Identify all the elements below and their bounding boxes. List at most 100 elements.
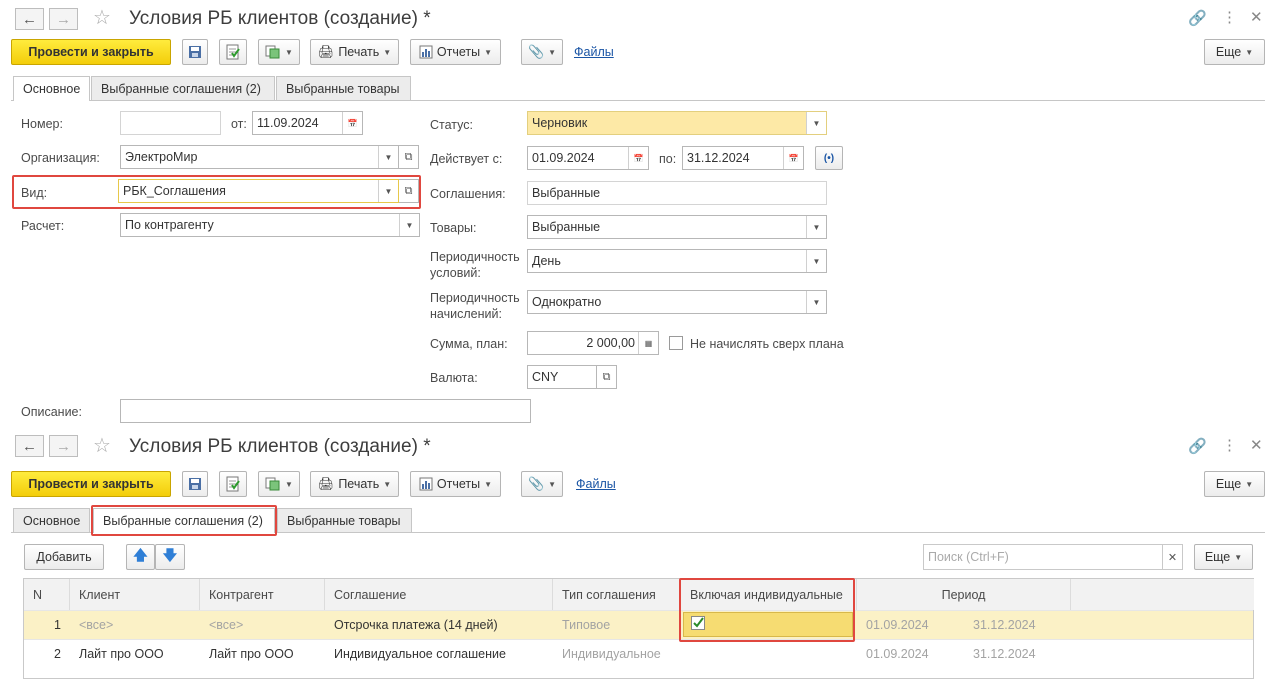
tab-selected-agreements[interactable]: Выбранные соглашения (2) [91, 76, 275, 100]
row-number: 1 [54, 617, 61, 632]
number-field[interactable] [120, 111, 221, 135]
close-icon[interactable]: ✕ [1250, 8, 1263, 26]
period-select-button[interactable]: (•) [815, 146, 843, 170]
calendar-icon[interactable]: 📅 [628, 147, 648, 169]
organization-field[interactable]: ЭлектроМир ▼ [120, 145, 399, 169]
create-based-icon [265, 45, 280, 59]
move-down-button[interactable]: 🡇 [155, 544, 185, 570]
row-period-to: 31.12.2024 [973, 646, 1036, 661]
arrow-left-icon: ← [22, 10, 37, 28]
attach-button[interactable]: 📎 ▼ [521, 39, 563, 65]
agreements-field[interactable]: Выбранные [527, 181, 827, 205]
move-up-button[interactable]: 🡅 [126, 544, 155, 570]
valid-from-field[interactable]: 01.09.2024 📅 [527, 146, 649, 170]
header-type[interactable]: Тип соглашения [553, 579, 681, 610]
header-counterparty[interactable]: Контрагент [200, 579, 325, 610]
more-vertical-icon[interactable]: ⋮ [1222, 8, 1237, 26]
back-button[interactable]: ← [15, 435, 44, 457]
clear-search-icon[interactable]: ✕ [1163, 544, 1183, 570]
cond-period-field[interactable]: День ▼ [527, 249, 827, 273]
arrow-right-icon: → [56, 437, 71, 455]
link-icon[interactable]: 🔗 [1188, 9, 1207, 27]
list-more-button[interactable]: Еще ▼ [1194, 544, 1253, 570]
description-field[interactable] [120, 399, 531, 423]
tab-selected-goods[interactable]: Выбранные товары [277, 508, 412, 532]
chevron-down-icon[interactable]: ▼ [806, 250, 826, 272]
create-based-icon [265, 477, 280, 491]
kind-field[interactable]: РБК_Соглашения ▼ [118, 179, 399, 203]
arrow-up-icon: 🡅 [133, 547, 148, 563]
date-from-label: от: [231, 117, 247, 131]
page-title: Условия РБ клиентов (создание) * [129, 8, 431, 29]
header-agreement[interactable]: Соглашение [325, 579, 553, 610]
chevron-down-icon[interactable]: ▼ [378, 180, 398, 202]
post-button[interactable] [219, 39, 247, 65]
print-button[interactable]: 🖨 Печать ▼ [310, 471, 399, 497]
date-field[interactable]: 11.09.2024 📅 [252, 111, 363, 135]
attach-button[interactable]: 📎 ▼ [521, 471, 563, 497]
chevron-down-icon[interactable]: ▼ [806, 291, 826, 313]
open-kind-icon[interactable]: ⧉ [399, 179, 419, 203]
arrow-down-icon: 🡇 [162, 547, 178, 563]
row-counterparty: Лайт про ООО [209, 646, 294, 661]
sum-field[interactable]: 2 000,00 ▦ [527, 331, 659, 355]
more-button[interactable]: Еще ▼ [1204, 471, 1265, 497]
favorite-star-icon[interactable]: ☆ [93, 5, 111, 30]
accr-period-label-2: начислений: [430, 307, 502, 321]
status-field[interactable]: Черновик ▼ [527, 111, 827, 135]
files-link[interactable]: Файлы [576, 477, 616, 491]
row-number: 2 [54, 646, 61, 661]
create-based-on-button[interactable]: ▼ [258, 39, 300, 65]
chevron-down-icon[interactable]: ▼ [806, 112, 826, 134]
agreements-label: Соглашения: [430, 187, 506, 201]
valid-to-field[interactable]: 31.12.2024 📅 [682, 146, 804, 170]
calculator-icon[interactable]: ▦ [638, 332, 658, 354]
open-currency-icon[interactable]: ⧉ [597, 365, 617, 389]
chevron-down-icon[interactable]: ▼ [806, 216, 826, 238]
open-organization-icon[interactable]: ⧉ [399, 145, 419, 169]
chevron-down-icon[interactable]: ▼ [378, 146, 398, 168]
files-link[interactable]: Файлы [574, 45, 614, 59]
currency-field[interactable]: CNY [527, 365, 597, 389]
calendar-icon[interactable]: 📅 [783, 147, 803, 169]
currency-label: Валюта: [430, 371, 478, 385]
favorite-star-icon[interactable]: ☆ [93, 433, 111, 458]
row-agreement: Отсрочка платежа (14 дней) [334, 617, 498, 632]
reports-icon [419, 477, 433, 491]
print-button[interactable]: 🖨 Печать ▼ [310, 39, 399, 65]
save-button[interactable] [182, 471, 208, 497]
header-period[interactable]: Период [857, 579, 1071, 610]
calendar-icon[interactable]: 📅 [342, 112, 362, 134]
back-button[interactable]: ← [15, 8, 44, 30]
post-document-icon [226, 44, 240, 60]
post-button[interactable] [219, 471, 247, 497]
status-label: Статус: [430, 118, 473, 132]
tab-main[interactable]: Основное [13, 508, 90, 532]
post-and-close-button[interactable]: Провести и закрыть [11, 471, 171, 497]
chevron-down-icon[interactable]: ▼ [399, 214, 419, 236]
no-over-plan-checkbox[interactable] [669, 336, 683, 350]
tab-selected-goods[interactable]: Выбранные товары [276, 76, 411, 100]
add-button[interactable]: Добавить [24, 544, 104, 570]
goods-field[interactable]: Выбранные ▼ [527, 215, 827, 239]
search-input[interactable]: Поиск (Ctrl+F) [923, 544, 1163, 570]
more-vertical-icon[interactable]: ⋮ [1222, 436, 1237, 454]
close-icon[interactable]: ✕ [1250, 436, 1263, 454]
calc-field[interactable]: По контрагенту ▼ [120, 213, 420, 237]
header-client[interactable]: Клиент [70, 579, 200, 610]
more-button[interactable]: Еще ▼ [1204, 39, 1265, 65]
create-based-on-button[interactable]: ▼ [258, 471, 300, 497]
forward-button[interactable]: → [49, 8, 78, 30]
printer-icon: 🖨 [317, 44, 335, 59]
tab-main[interactable]: Основное [13, 76, 90, 101]
calc-label: Расчет: [21, 219, 65, 233]
period-wave-icon: (•) [823, 152, 835, 164]
reports-button[interactable]: Отчеты ▼ [410, 39, 501, 65]
forward-button[interactable]: → [49, 435, 78, 457]
accr-period-field[interactable]: Однократно ▼ [527, 290, 827, 314]
link-icon[interactable]: 🔗 [1188, 437, 1207, 455]
post-and-close-button[interactable]: Провести и закрыть [11, 39, 171, 65]
reports-button[interactable]: Отчеты ▼ [410, 471, 501, 497]
header-n[interactable]: N [24, 579, 70, 610]
save-button[interactable] [182, 39, 208, 65]
